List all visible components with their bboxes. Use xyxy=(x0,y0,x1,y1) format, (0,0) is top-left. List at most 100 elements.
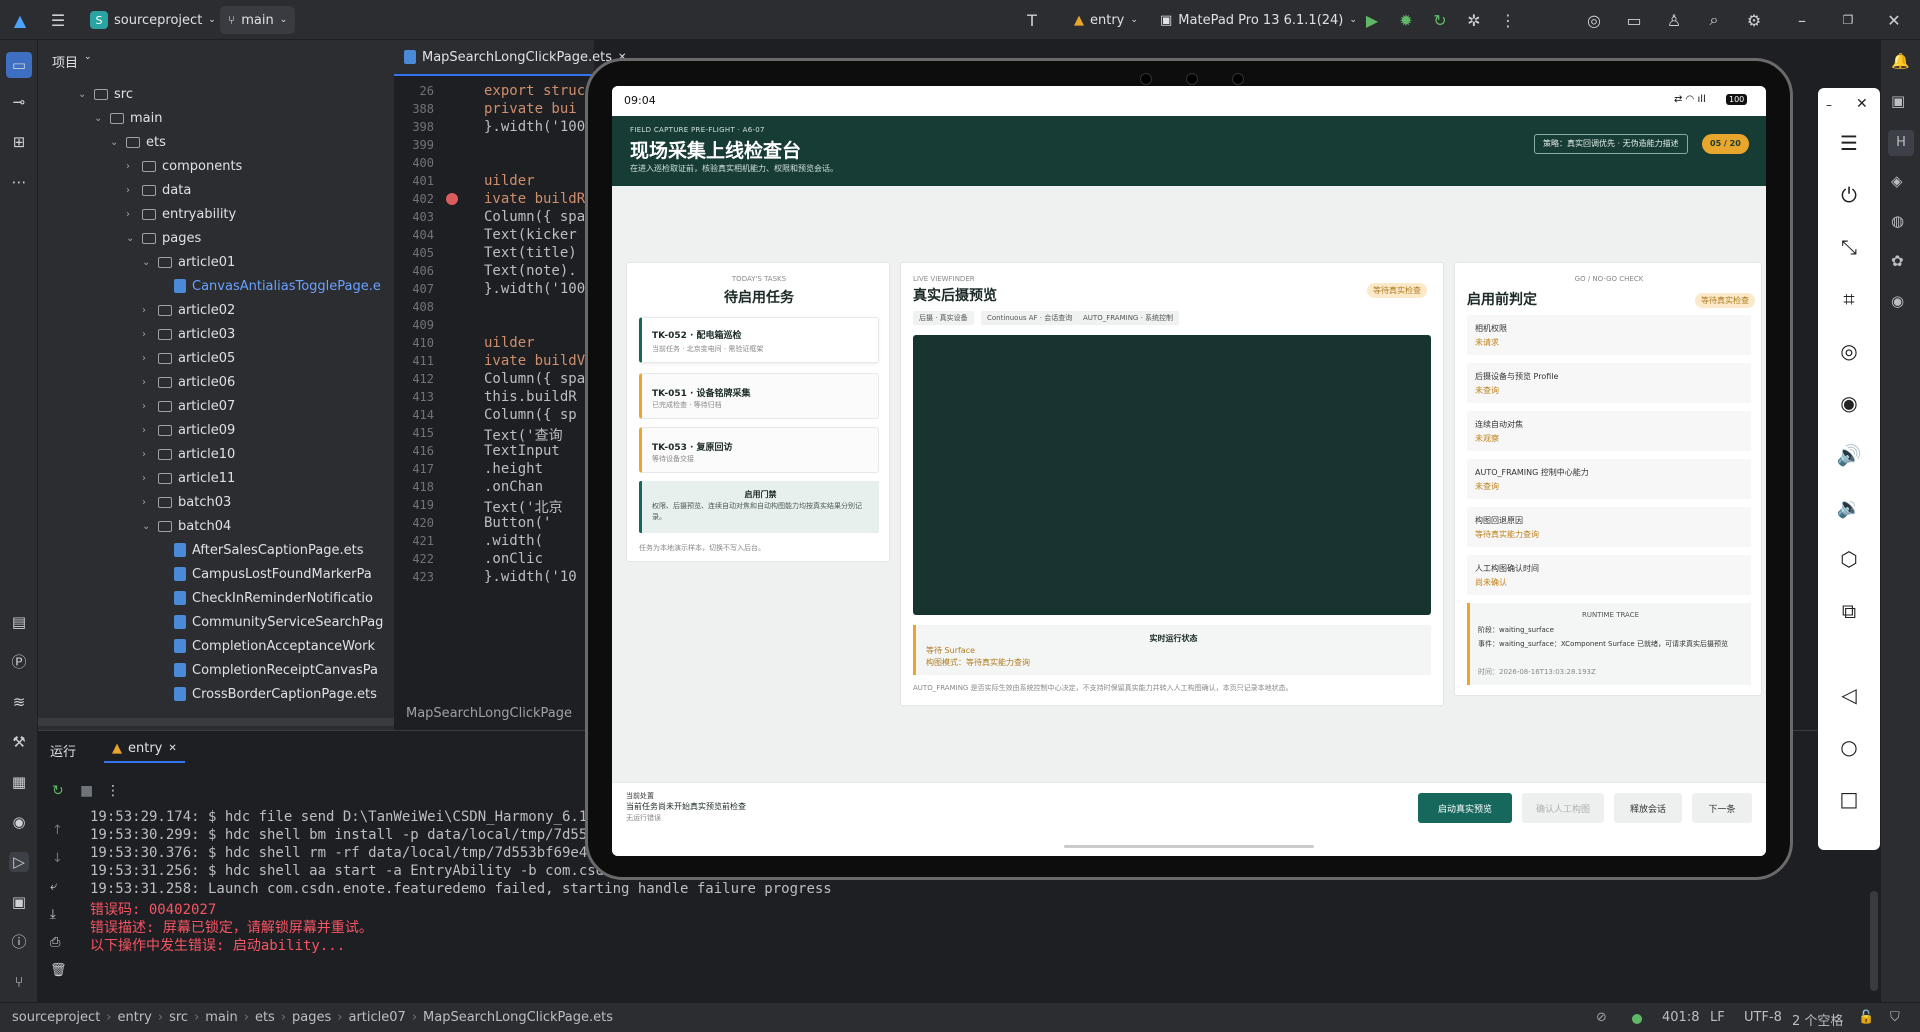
device-manager-icon[interactable]: ▣ xyxy=(1891,92,1905,110)
breakpoint-icon[interactable] xyxy=(446,193,458,205)
run-panel-title[interactable]: 运行 xyxy=(50,741,76,760)
power-icon[interactable]: ⏻ xyxy=(1836,182,1862,208)
tree-file-item[interactable]: CanvasAntialiasTogglePage.e xyxy=(158,274,381,298)
code-line[interactable]: private bui xyxy=(484,101,577,117)
horizontal-scrollbar[interactable] xyxy=(38,718,394,726)
breadcrumb-item[interactable]: entry xyxy=(118,1010,152,1025)
tree-folder-item[interactable]: › article06 xyxy=(142,370,235,394)
tree-folder-item[interactable]: › entryability xyxy=(126,202,236,226)
code-line[interactable]: Button(' xyxy=(484,515,551,531)
editor-breadcrumb[interactable]: MapSearchLongClickPage xyxy=(406,706,572,721)
previewer-icon[interactable]: H xyxy=(1888,130,1914,156)
project-tool-icon[interactable]: ▭ xyxy=(6,52,32,78)
build-tool-icon[interactable]: ⚒ xyxy=(9,732,29,752)
task-item[interactable]: TK-053 · 复原回访 等待设备交接 xyxy=(639,427,879,473)
tree-folder-item[interactable]: ⌄ ets xyxy=(110,130,166,154)
code-line[interactable]: .height xyxy=(484,461,543,477)
tree-folder-item[interactable]: ⌄ pages xyxy=(126,226,201,250)
breadcrumb-item[interactable]: article07 xyxy=(348,1010,405,1025)
code-line[interactable]: Column({ sp xyxy=(484,407,577,423)
tree-folder-item[interactable]: › article09 xyxy=(142,418,235,442)
profiler-icon[interactable]: ✲ xyxy=(1464,10,1484,30)
chevron-right-icon[interactable]: › xyxy=(142,353,152,364)
run-tab-entry[interactable]: ▲ entry ✕ xyxy=(104,735,185,763)
console-scrollbar[interactable] xyxy=(1870,891,1878,991)
task-item-active[interactable]: TK-052 · 配电箱巡检 当前任务 · 北京变电间 · 需验证框架 xyxy=(639,317,879,363)
run-icon[interactable]: ▶ xyxy=(1362,10,1382,30)
power-save-icon[interactable]: ⊘ xyxy=(1596,1010,1607,1025)
run-tool-icon[interactable]: ▷ xyxy=(9,852,29,872)
tree-folder-item[interactable]: › data xyxy=(126,178,191,202)
target-icon[interactable]: ◎ xyxy=(1584,10,1604,30)
code-line[interactable]: .onChan xyxy=(484,479,543,495)
debug-icon[interactable]: ✹ xyxy=(1396,10,1416,30)
code-line[interactable]: this.buildR xyxy=(484,389,577,405)
chevron-right-icon[interactable]: › xyxy=(126,185,136,196)
close-window-icon[interactable]: ✕ xyxy=(1884,10,1904,30)
start-preview-button[interactable]: 启动真实预览 xyxy=(1418,793,1512,823)
chevron-right-icon[interactable]: › xyxy=(142,473,152,484)
sdk-icon[interactable]: ◈ xyxy=(1891,172,1903,190)
terminal-tool-icon[interactable]: ▣ xyxy=(9,892,29,912)
structure-tool-icon[interactable]: ⊞ xyxy=(9,132,29,152)
tree-file-item[interactable]: CommunityServiceSearchPag xyxy=(158,610,383,634)
fold-icon[interactable]: ⬡ xyxy=(1836,546,1862,572)
code-line[interactable]: uilder xyxy=(484,335,535,351)
code-line[interactable]: export struct xyxy=(484,84,594,99)
p-tool-icon[interactable]: Ⓟ xyxy=(9,652,29,672)
path-breadcrumb[interactable]: sourceproject › entry › src › main › ets › pages › a… xyxy=(12,1010,613,1025)
more-tools-icon[interactable]: ⋯ xyxy=(9,172,29,192)
tree-folder-item[interactable]: › batch03 xyxy=(142,490,231,514)
breadcrumb-item[interactable]: ets xyxy=(255,1010,275,1025)
readonly-lock-icon[interactable]: 🔓 xyxy=(1858,1010,1874,1025)
code-line[interactable]: .onClic xyxy=(484,551,543,567)
chevron-down-icon[interactable]: ⌄ xyxy=(78,89,88,100)
tree-file-item[interactable]: CrossBorderCaptionPage.ets xyxy=(158,682,377,702)
services-tool-icon[interactable]: ◉ xyxy=(9,812,29,832)
chevron-right-icon[interactable]: › xyxy=(142,329,152,340)
tree-folder-item[interactable]: ⌄ batch04 xyxy=(142,514,231,538)
device-selector[interactable]: ▣ MatePad Pro 13 6.1.1(24) ⌄ xyxy=(1152,6,1365,34)
shield-icon[interactable]: ⛉ xyxy=(1890,1010,1900,1025)
git-tool-icon[interactable]: ⑂ xyxy=(9,972,29,992)
breadcrumb-item[interactable]: MapSearchLongClickPage.ets xyxy=(423,1010,613,1025)
task-item[interactable]: TK-051 · 设备铭牌采集 已完成检查 · 等待归档 xyxy=(639,373,879,419)
code-line[interactable]: Text(title) xyxy=(484,245,577,261)
code-line[interactable]: ivate buildRa xyxy=(484,191,594,207)
minimize-icon[interactable]: – xyxy=(1792,10,1812,30)
notifications-icon[interactable]: 🔔 xyxy=(1891,52,1910,70)
code-line[interactable]: }.width('100% xyxy=(484,119,594,135)
tree-folder-item[interactable]: › article07 xyxy=(142,394,235,418)
tree-folder-item[interactable]: › article03 xyxy=(142,322,235,346)
chevron-down-icon[interactable]: ⌄ xyxy=(142,257,152,268)
breadcrumb-item[interactable]: src xyxy=(169,1010,188,1025)
release-session-button[interactable]: 释放会话 xyxy=(1614,793,1682,823)
code-line[interactable]: .width( xyxy=(484,533,543,549)
chevron-down-icon[interactable]: ⌄ xyxy=(142,521,152,532)
cursor-position[interactable]: 401:8 xyxy=(1662,1010,1699,1025)
globe-icon[interactable]: ◍ xyxy=(1891,212,1904,230)
tree-folder-item[interactable]: › article10 xyxy=(142,442,235,466)
chevron-right-icon[interactable]: › xyxy=(142,401,152,412)
code-line[interactable]: Text(kicker xyxy=(484,227,577,243)
main-menu-icon[interactable]: ☰ xyxy=(48,10,68,30)
tree-folder-item[interactable]: › article05 xyxy=(142,346,235,370)
tree-file-item[interactable]: AfterSalesCaptionPage.ets xyxy=(158,538,364,562)
plugin-icon[interactable]: ✿ xyxy=(1891,252,1904,270)
rotate-icon[interactable]: ⤡ xyxy=(1836,234,1862,260)
multi-device-icon[interactable]: ⧉ xyxy=(1836,598,1862,624)
rerun-icon[interactable]: ↻ xyxy=(1430,10,1450,30)
tree-folder-item[interactable]: ⌄ article01 xyxy=(142,250,235,274)
chevron-down-icon[interactable]: ⌄ xyxy=(126,233,136,244)
log-tool-icon[interactable]: ▦ xyxy=(9,772,29,792)
chevron-right-icon[interactable]: › xyxy=(142,425,152,436)
rerun-icon[interactable]: ↻ xyxy=(52,783,64,799)
project-selector[interactable]: S sourceproject ⌄ xyxy=(82,6,224,34)
chevron-right-icon[interactable]: › xyxy=(126,209,136,220)
tree-folder-item[interactable]: ⌄ main xyxy=(94,106,162,130)
screenshot-icon[interactable]: ◎ xyxy=(1836,338,1862,364)
back-icon[interactable]: ◁ xyxy=(1836,682,1862,708)
layers-tool-icon[interactable]: ▤ xyxy=(9,612,29,632)
next-button[interactable]: 下一条 xyxy=(1692,793,1752,823)
code-line[interactable]: TextInput xyxy=(484,443,560,459)
